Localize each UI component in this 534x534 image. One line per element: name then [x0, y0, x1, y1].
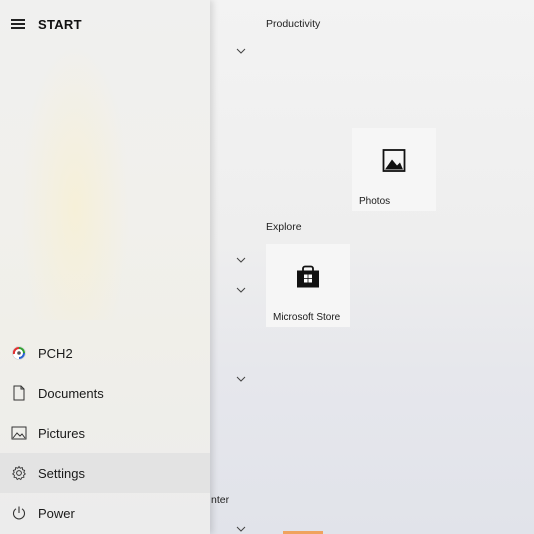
- start-title: START: [38, 16, 82, 32]
- nav-item-label: PCH2: [38, 345, 73, 361]
- document-icon: [11, 385, 27, 401]
- chevron-down-icon[interactable]: [236, 256, 246, 264]
- nav-item-settings[interactable]: Settings: [0, 453, 210, 493]
- pch2-app-icon: [11, 345, 27, 361]
- gear-icon: [11, 465, 27, 481]
- group-title-explore[interactable]: Explore: [266, 221, 302, 233]
- nav-item-label: Settings: [38, 465, 85, 481]
- chevron-down-icon[interactable]: [236, 525, 246, 533]
- photos-icon: [382, 148, 406, 177]
- tile-label: Photos: [359, 196, 391, 207]
- nav-item-label: Documents: [38, 385, 104, 401]
- start-header: START: [0, 4, 210, 44]
- chevron-down-icon[interactable]: [236, 47, 246, 55]
- chevron-down-icon[interactable]: [236, 286, 246, 294]
- nav-item-label: Pictures: [38, 425, 85, 441]
- chevron-down-icon[interactable]: [236, 375, 246, 383]
- group-title-productivity[interactable]: Productivity: [266, 18, 320, 30]
- hamburger-menu-icon[interactable]: [11, 17, 25, 32]
- pictures-icon: [11, 425, 27, 441]
- store-bag-icon: [295, 263, 321, 294]
- nav-item-pictures[interactable]: Pictures: [0, 413, 210, 453]
- nav-item-documents[interactable]: Documents: [0, 373, 210, 413]
- power-icon: [11, 505, 27, 521]
- nav-item-pch2[interactable]: PCH2: [0, 333, 210, 373]
- start-nav-pane: START PCH2 Documents Pictures Settings P…: [0, 0, 210, 534]
- nav-item-label: Power: [38, 505, 75, 521]
- nav-item-power[interactable]: Power: [0, 493, 210, 533]
- tile-label: Microsoft Store: [273, 312, 341, 323]
- tile-photos[interactable]: Photos: [352, 128, 436, 211]
- partial-group-label: nter: [211, 494, 230, 506]
- tile-microsoft-store[interactable]: Microsoft Store: [266, 244, 350, 327]
